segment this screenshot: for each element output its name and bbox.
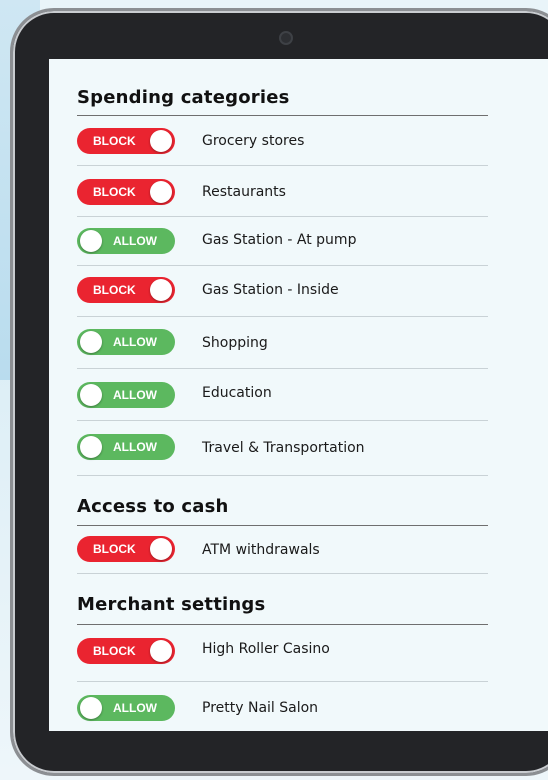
toggle-state-label: BLOCK [93, 644, 136, 658]
item-label-gas-station-at-pump: Gas Station - At pump [202, 232, 357, 248]
toggle-knob [80, 697, 102, 719]
item-label-gas-station-inside: Gas Station - Inside [202, 282, 339, 298]
toggle-knob [150, 640, 172, 662]
row-divider [77, 681, 488, 682]
item-label-restaurants: Restaurants [202, 184, 286, 200]
toggle-state-label: BLOCK [93, 283, 136, 297]
toggle-grocery-stores[interactable]: BLOCK [77, 128, 175, 154]
toggle-state-label: ALLOW [113, 701, 157, 715]
toggle-knob [150, 181, 172, 203]
row-divider [77, 573, 488, 574]
row-divider [77, 316, 488, 317]
section-divider [77, 525, 488, 526]
toggle-knob [80, 230, 102, 252]
row-divider [77, 165, 488, 166]
camera-icon [279, 31, 293, 45]
toggle-high-roller-casino[interactable]: BLOCK [77, 638, 175, 664]
toggle-knob [80, 436, 102, 458]
toggle-state-label: ALLOW [113, 335, 157, 349]
section-title-cash: Access to cash [77, 496, 229, 517]
item-label-high-roller-casino: High Roller Casino [202, 641, 330, 657]
toggle-state-label: BLOCK [93, 542, 136, 556]
item-label-education: Education [202, 385, 272, 401]
toggle-education[interactable]: ALLOW [77, 382, 175, 408]
toggle-restaurants[interactable]: BLOCK [77, 179, 175, 205]
row-divider [77, 368, 488, 369]
item-label-atm-withdrawals: ATM withdrawals [202, 542, 320, 558]
section-divider [77, 624, 488, 625]
section-divider [77, 115, 488, 116]
section-title-spending: Spending categories [77, 87, 290, 108]
toggle-knob [150, 279, 172, 301]
toggle-state-label: ALLOW [113, 388, 157, 402]
row-divider [77, 475, 488, 476]
section-title-merchant: Merchant settings [77, 594, 266, 615]
toggle-shopping[interactable]: ALLOW [77, 329, 175, 355]
toggle-travel-transportation[interactable]: ALLOW [77, 434, 175, 460]
toggle-state-label: ALLOW [113, 440, 157, 454]
row-divider [77, 216, 488, 217]
tablet-device: Spending categories BLOCK Grocery stores… [10, 8, 548, 776]
toggle-atm-withdrawals[interactable]: BLOCK [77, 536, 175, 562]
toggle-knob [150, 130, 172, 152]
toggle-knob [80, 384, 102, 406]
toggle-knob [150, 538, 172, 560]
toggle-pretty-nail-salon[interactable]: ALLOW [77, 695, 175, 721]
item-label-pretty-nail-salon: Pretty Nail Salon [202, 700, 319, 716]
toggle-gas-station-inside[interactable]: BLOCK [77, 277, 175, 303]
item-label-travel-transportation: Travel & Transportation [202, 440, 365, 456]
toggle-gas-station-at-pump[interactable]: ALLOW [77, 228, 175, 254]
toggle-state-label: ALLOW [113, 234, 157, 248]
item-label-grocery-stores: Grocery stores [202, 133, 305, 149]
item-label-shopping: Shopping [202, 335, 268, 351]
screen: Spending categories BLOCK Grocery stores… [49, 59, 548, 731]
toggle-knob [80, 331, 102, 353]
toggle-state-label: BLOCK [93, 185, 136, 199]
row-divider [77, 265, 488, 266]
row-divider [77, 420, 488, 421]
toggle-state-label: BLOCK [93, 134, 136, 148]
